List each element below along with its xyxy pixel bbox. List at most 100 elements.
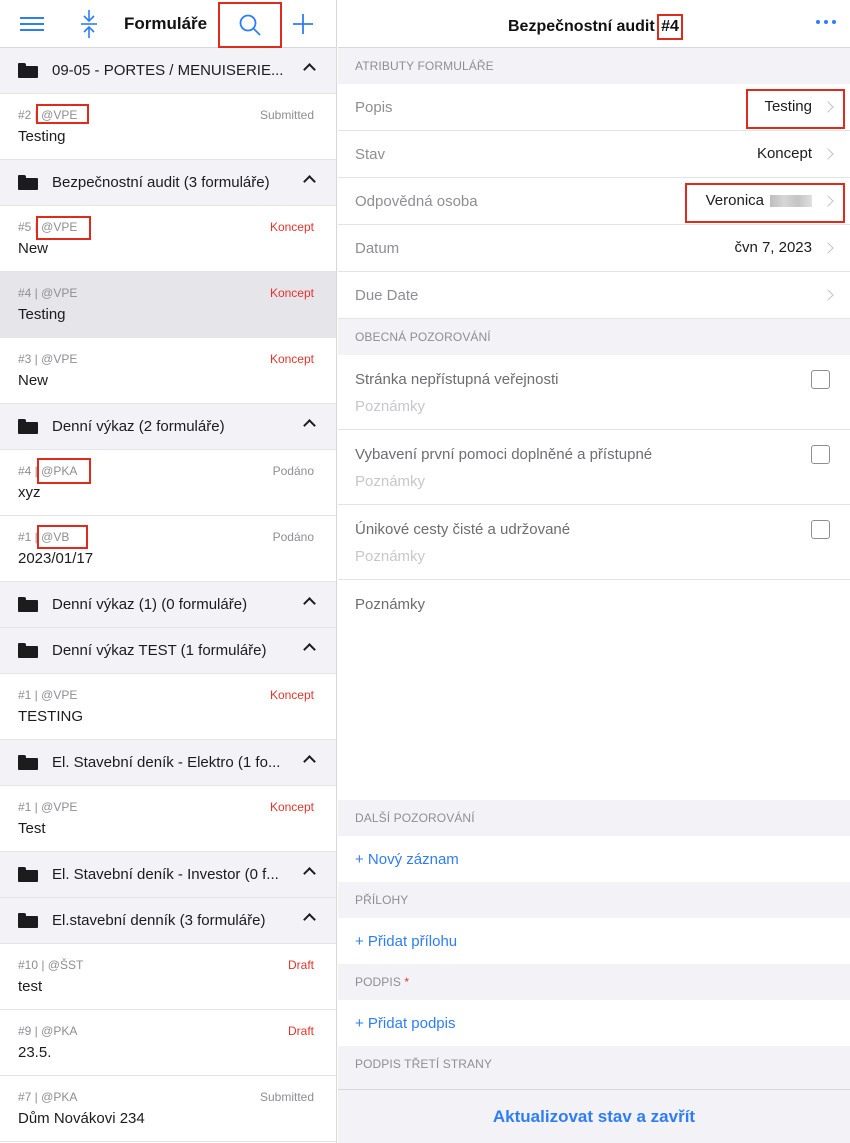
form-title: New [18, 372, 49, 389]
folder-icon [18, 175, 38, 190]
ellipsis-icon[interactable] [816, 20, 836, 24]
form-meta: #4 | @PKA [18, 464, 78, 478]
redacted-surname [770, 195, 812, 208]
form-title: test [18, 978, 43, 995]
form-status: Koncept [269, 220, 314, 234]
form-row[interactable]: #1 | @VPE Koncept TESTING [0, 674, 336, 740]
section-header-further-observations: DALŠÍ POZOROVÁNÍ [338, 800, 850, 836]
form-status: Draft [287, 958, 314, 972]
chevron-right-icon [822, 242, 834, 254]
attr-row-stav[interactable]: Stav Koncept [338, 131, 850, 178]
plus-icon[interactable] [288, 0, 318, 48]
chevron-up-icon[interactable] [303, 643, 316, 656]
chevron-up-icon[interactable] [303, 913, 316, 926]
form-title: Testing [18, 306, 66, 323]
form-meta: #10 | @ŠST [18, 958, 84, 972]
form-detail-title: Bezpečnostní audit #4 [508, 14, 683, 40]
observation-notes-field[interactable]: Poznámky [355, 473, 425, 490]
section-header-general-observations: OBECNÁ POZOROVÁNÍ [338, 319, 850, 355]
form-status: Submitted [259, 1090, 314, 1104]
form-meta: #1 | @VPE [18, 688, 78, 702]
general-notes-field[interactable]: Poznámky [338, 580, 850, 800]
form-meta: #2 | @VPE [18, 108, 78, 122]
folder-icon [18, 913, 38, 928]
attr-row-due-date[interactable]: Due Date [338, 272, 850, 319]
group-row[interactable]: Denní výkaz (2 formuláře) [0, 404, 336, 450]
notes-label: Poznámky [355, 596, 426, 613]
signature-label: PODPIS [355, 975, 401, 989]
chevron-right-icon [822, 101, 834, 113]
new-record-button[interactable]: + Nový záznam [338, 836, 850, 882]
group-row[interactable]: Denní výkaz TEST (1 formuláře) [0, 628, 336, 674]
folder-icon [18, 419, 38, 434]
forms-list-header: Formuláře [0, 0, 336, 48]
group-label: El.stavební denník (3 formuláře) [52, 912, 266, 929]
chevron-up-icon[interactable] [303, 755, 316, 768]
form-meta: #5 | @VPE [18, 220, 78, 234]
attr-row-datum[interactable]: Datum čvn 7, 2023 [338, 225, 850, 272]
title-text: Bezpečnostní audit [508, 18, 660, 35]
collapse-vertical-icon[interactable] [72, 0, 106, 48]
form-number: #4 [657, 14, 683, 40]
form-title: Dům Novákovi 234 [18, 1110, 145, 1127]
search-icon [239, 14, 261, 36]
form-title: xyz [18, 484, 41, 501]
chevron-up-icon[interactable] [303, 63, 316, 76]
form-row[interactable]: #5 | @VPE Koncept New [0, 206, 336, 272]
observation-row: Únikové cesty čisté a udržované Poznámky [338, 505, 850, 580]
observation-label: Vybavení první pomoci doplněné a přístup… [355, 446, 653, 463]
form-row[interactable]: #1 | @VPE Koncept Test [0, 786, 336, 852]
observation-notes-field[interactable]: Poznámky [355, 398, 425, 415]
group-label: El. Stavební deník - Elektro (1 fo... [52, 754, 281, 771]
form-row[interactable]: #2 | @VPE Submitted Testing [0, 94, 336, 160]
form-meta: #1 | @VPE [18, 800, 78, 814]
form-row[interactable]: #10 | @ŠST Draft test [0, 944, 336, 1010]
group-row[interactable]: Bezpečnostní audit (3 formuláře) [0, 160, 336, 206]
chevron-right-icon [822, 195, 834, 207]
form-row[interactable]: #1 | @VB Podáno 2023/01/17 [0, 516, 336, 582]
form-row[interactable]: #9 | @PKA Draft 23.5. [0, 1010, 336, 1076]
chevron-up-icon[interactable] [303, 419, 316, 432]
observation-checkbox[interactable] [811, 370, 830, 389]
person-name: Veronica [705, 192, 764, 209]
update-status-close-button[interactable]: Aktualizovat stav a zavřít [338, 1089, 850, 1143]
chevron-up-icon[interactable] [303, 175, 316, 188]
folder-icon [18, 597, 38, 612]
group-row[interactable]: Denní výkaz (1) (0 formuláře) [0, 582, 336, 628]
form-status: Koncept [269, 286, 314, 300]
form-status: Koncept [269, 800, 314, 814]
folder-icon [18, 755, 38, 770]
form-row[interactable]: #3 | @VPE Koncept New [0, 338, 336, 404]
observation-notes-field[interactable]: Poznámky [355, 548, 425, 565]
add-attachment-button[interactable]: + Přidat přílohu [338, 918, 850, 964]
attr-row-popis[interactable]: Popis Testing [338, 84, 850, 131]
search-button[interactable] [218, 2, 282, 48]
chevron-up-icon[interactable] [303, 597, 316, 610]
observation-checkbox[interactable] [811, 445, 830, 464]
observation-checkbox[interactable] [811, 520, 830, 539]
form-row[interactable]: #7 | @PKA Submitted Dům Novákovi 234 [0, 1076, 336, 1142]
form-title: TESTING [18, 708, 84, 725]
group-row[interactable]: El.stavební denník (3 formuláře) [0, 898, 336, 944]
form-status: Submitted [259, 108, 314, 122]
hamburger-icon[interactable] [14, 0, 50, 48]
group-label: 09-05 - PORTES / MENUISERIE... [52, 62, 284, 79]
add-signature-button[interactable]: + Přidat podpis [338, 1000, 850, 1046]
group-row[interactable]: 09-05 - PORTES / MENUISERIE... [0, 48, 336, 94]
form-meta: #1 | @VB [18, 530, 70, 544]
required-mark: * [404, 975, 410, 989]
form-title: Testing [18, 128, 66, 145]
chevron-up-icon[interactable] [303, 867, 316, 880]
form-meta: #4 | @VPE [18, 286, 78, 300]
form-detail-pane: Bezpečnostní audit #4 ATRIBUTY FORMULÁŘE… [338, 0, 850, 1143]
group-row[interactable]: El. Stavební deník - Investor (0 f... [0, 852, 336, 898]
form-row-selected[interactable]: #4 | @VPE Koncept Testing [0, 272, 336, 338]
form-row[interactable]: #4 | @PKA Podáno xyz [0, 450, 336, 516]
form-detail-header: Bezpečnostní audit #4 [338, 0, 850, 48]
folder-icon [18, 643, 38, 658]
group-row[interactable]: El. Stavební deník - Elektro (1 fo... [0, 740, 336, 786]
attr-row-odpovedna-osoba[interactable]: Odpovědná osoba Veronica [338, 178, 850, 225]
section-header-third-party-signature: PODPIS TŘETÍ STRANY [338, 1046, 850, 1082]
chevron-right-icon [822, 148, 834, 160]
group-label: Denní výkaz TEST (1 formuláře) [52, 642, 267, 659]
